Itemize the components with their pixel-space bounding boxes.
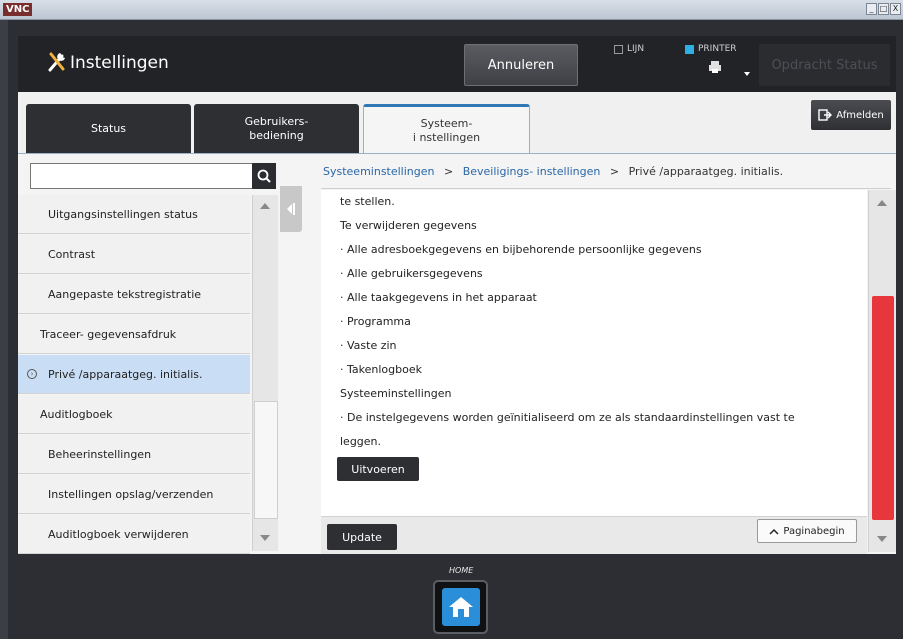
tab-system-settings[interactable]: Systeem- i nstellingen (363, 104, 530, 154)
execute-button[interactable]: Uitvoeren (337, 457, 419, 481)
breadcrumb: Systeeminstellingen > Beveiligings- inst… (323, 165, 783, 178)
content-footer: Update Paginabegin (321, 516, 867, 554)
nav-item-custom-text-registration[interactable]: Aangepaste tekstregistratie (18, 275, 250, 314)
breadcrumb-system-settings[interactable]: Systeeminstellingen (323, 165, 435, 178)
nav-item-management-settings[interactable]: Beheerinstellingen (18, 435, 250, 474)
content-line: Te verwijderen gegevens (340, 219, 477, 232)
close-button[interactable]: X (890, 3, 901, 15)
content-line: · Alle taakgegevens in het apparaat (340, 291, 537, 304)
vnc-viewer-window: VNC _ □ X Instellingen Annuleren LIJN PR… (0, 0, 903, 639)
tab-user-operation[interactable]: Gebruikers- bediening (194, 104, 359, 154)
nav-item-audit-log[interactable]: Auditlogboek (18, 395, 250, 434)
nav-item-private-device-data-init[interactable]: › Privé /apparaatgeg. initialis. (18, 355, 250, 394)
vnc-title-bar: VNC _ □ X (0, 0, 903, 20)
nav-item-label: Beheerinstellingen (48, 447, 152, 461)
home-icon (448, 597, 473, 617)
printer-status: PRINTER (685, 44, 737, 54)
line-status-indicator (614, 44, 623, 54)
nav-item-contrast[interactable]: Contrast (18, 235, 250, 274)
content-line: leggen. (340, 435, 382, 448)
breadcrumb-separator: > (609, 165, 620, 178)
chevron-down-icon[interactable] (744, 72, 750, 76)
content-line: Systeeminstellingen (340, 387, 452, 400)
vnc-logo: VNC (3, 3, 33, 16)
search-input[interactable] (30, 163, 256, 189)
nav-item-label: Privé /apparaatgeg. initialis. (48, 367, 203, 381)
content-line: · De instelgegevens worden geïnitialisee… (340, 411, 795, 424)
chevron-right-icon: › (27, 369, 37, 379)
printer-status-label: PRINTER (698, 44, 737, 54)
content-line: · Programma (340, 315, 411, 328)
breadcrumb-security-settings[interactable]: Beveiligings- instellingen (463, 165, 601, 178)
tools-icon (48, 52, 65, 72)
nav-item-label: Uitgangsinstellingen status (48, 207, 198, 221)
job-status-button[interactable]: Opdracht Status (759, 44, 890, 86)
nav-item-delete-audit-log[interactable]: Auditlogboek verwijderen (18, 515, 250, 554)
nav-item-trace-data-print[interactable]: Traceer- gegevensafdruk (18, 315, 250, 354)
device-screen: Instellingen Annuleren LIJN PRINTER Opdr… (18, 36, 896, 554)
breadcrumb-current: Privé /apparaatgeg. initialis. (628, 165, 784, 178)
nav-scroll-thumb[interactable] (254, 401, 278, 519)
page-title: Instellingen (70, 53, 169, 73)
page-top-label: Paginabegin (783, 525, 845, 537)
printer-status-indicator (685, 44, 694, 54)
logout-button[interactable]: Afmelden (811, 100, 891, 130)
update-button[interactable]: Update (327, 524, 397, 550)
header-bar: Instellingen Annuleren LIJN PRINTER Opdr… (18, 36, 896, 92)
search-icon (257, 169, 271, 183)
nav-item-label: Instellingen opslag/verzenden (48, 487, 214, 501)
printer-icon[interactable] (708, 60, 722, 74)
line-status-label: LIJN (627, 44, 645, 54)
window-controls: _ □ X (866, 3, 901, 15)
logout-icon (818, 109, 833, 121)
search-button[interactable] (252, 163, 276, 189)
cancel-button[interactable]: Annuleren (464, 44, 578, 86)
content-line: · Takenlogboek (340, 363, 422, 376)
nav-scrollbar[interactable] (252, 195, 278, 551)
content-line: · Alle adresboekgegevens en bijbehorende… (340, 243, 702, 256)
content-line: · Vaste zin (340, 339, 397, 352)
chevron-up-icon (769, 528, 779, 535)
collapse-left-icon (287, 203, 295, 215)
nav-item-label: Traceer- gegevensafdruk (40, 327, 177, 341)
scroll-up-icon[interactable] (877, 200, 887, 206)
nav-item-label: Auditlogboek (40, 407, 113, 421)
content-line: te stellen. (340, 195, 395, 208)
scroll-down-icon[interactable] (877, 536, 887, 542)
nav-item-label: Contrast (48, 247, 96, 261)
logout-label: Afmelden (836, 109, 884, 121)
content-line: · Alle gebruikersgegevens (340, 267, 483, 280)
line-status: LIJN (614, 44, 644, 54)
collapse-panel-button[interactable] (280, 186, 302, 232)
home-button[interactable] (433, 580, 488, 634)
tab-status[interactable]: Status (26, 104, 191, 154)
tab-divider (18, 153, 896, 154)
settings-nav-list: Uitgangsinstellingen status Contrast Aan… (18, 195, 250, 554)
page-top-button[interactable]: Paginabegin (757, 519, 857, 543)
content-scrollbar[interactable] (868, 190, 896, 552)
content-panel: te stellen. Te verwijderen gegevens · Al… (321, 190, 867, 516)
content-scroll-thumb[interactable] (872, 296, 894, 520)
breadcrumb-separator: > (444, 165, 454, 178)
nav-item-output-settings-status[interactable]: Uitgangsinstellingen status (18, 195, 250, 234)
scroll-up-icon[interactable] (260, 203, 270, 209)
nav-item-label: Auditlogboek verwijderen (48, 527, 189, 541)
maximize-button[interactable]: □ (878, 3, 889, 15)
home-label: HOME (449, 566, 474, 575)
nav-item-storage-send-settings[interactable]: Instellingen opslag/verzenden (18, 475, 250, 514)
scroll-down-icon[interactable] (260, 535, 270, 541)
breadcrumb-divider (321, 188, 891, 189)
tab-bar: Status Gebruikers- bediening Systeem- i … (18, 92, 896, 154)
home-button-face (441, 588, 480, 626)
nav-item-label: Aangepaste tekstregistratie (48, 287, 202, 301)
minimize-button[interactable]: _ (866, 3, 877, 15)
